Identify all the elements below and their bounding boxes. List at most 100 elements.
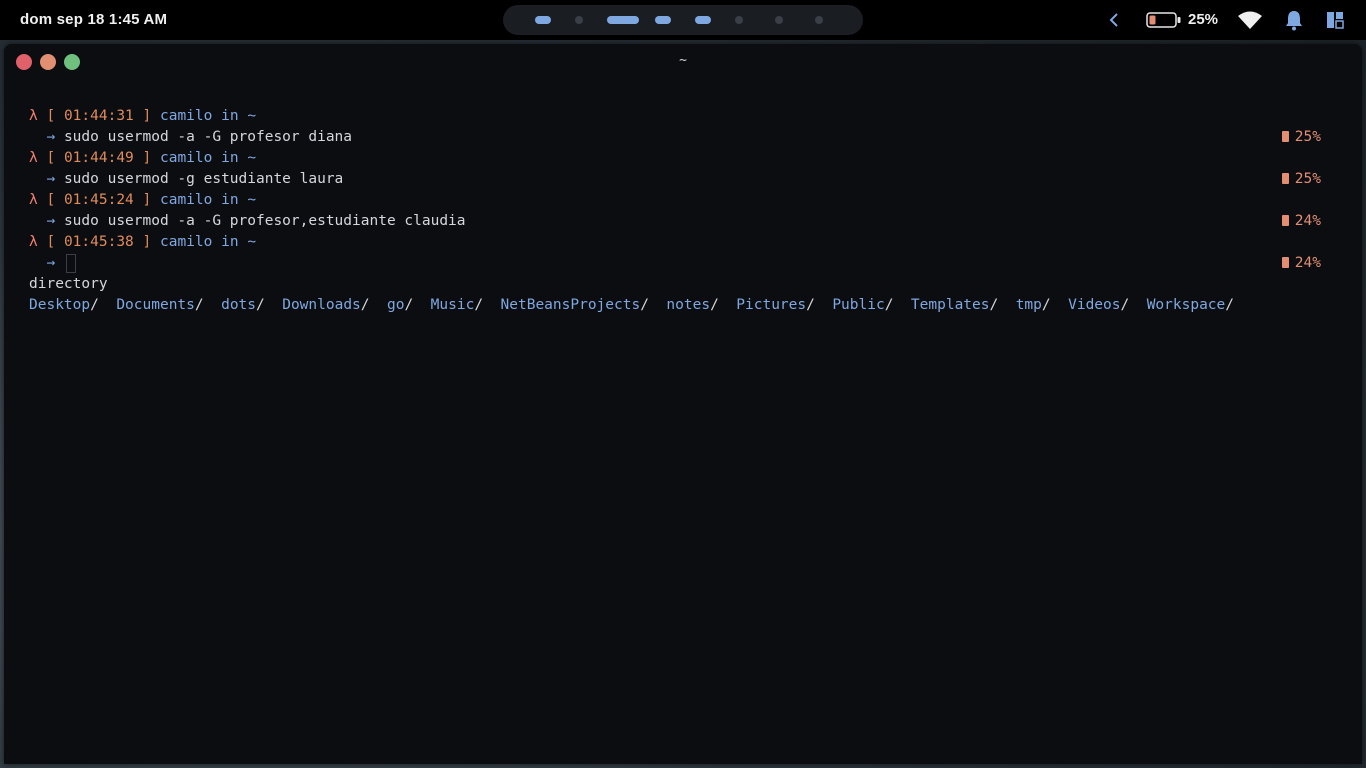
prompt-bracket-close: ]: [142, 192, 152, 208]
prompt-user: camilo: [159, 234, 213, 250]
command-line: → sudo usermod -a -G profesor,estudiante…: [29, 211, 1329, 232]
prompt-line: λ [ 01:44:49 ] camilo in ~: [29, 148, 1329, 169]
prompt-in: in: [221, 150, 239, 166]
prompt-user: camilo: [159, 192, 213, 208]
prompt-directory: ~: [247, 150, 257, 166]
terminal-cursor[interactable]: [65, 253, 76, 273]
completion-directory[interactable]: dots: [221, 297, 256, 313]
path-separator: /: [256, 297, 265, 313]
top-bar: dom sep 18 1:45 AM 25%: [0, 0, 1366, 40]
path-separator: /: [474, 297, 484, 313]
terminal-window[interactable]: ~ λ [ 01:44:31 ] camilo in ~ → sudo user…: [4, 44, 1362, 764]
battery-percentage: 25%: [1188, 11, 1219, 28]
path-separator: /: [710, 297, 719, 313]
prompt-line: λ [ 01:45:38 ] camilo in ~: [29, 232, 1329, 253]
prompt-directory: ~: [247, 108, 257, 124]
battery-icon: [1281, 173, 1289, 184]
prompt-bracket-close: ]: [142, 234, 152, 250]
completion-directory[interactable]: Downloads: [282, 297, 361, 313]
completion-label: directory: [29, 276, 108, 292]
prompt-directory: ~: [247, 192, 257, 208]
prompt-time: 01:44:49: [63, 150, 134, 166]
path-separator: /: [1225, 297, 1235, 313]
path-separator: /: [1120, 297, 1130, 313]
clock[interactable]: dom sep 18 1:45 AM: [20, 11, 167, 28]
battery-icon: [1281, 257, 1289, 268]
workspace-indicator[interactable]: [735, 16, 743, 24]
completion-list: Desktop/ Documents/ dots/ Downloads/ go/…: [29, 295, 1329, 316]
completion-directory[interactable]: notes: [666, 297, 710, 313]
workspace-indicator[interactable]: [815, 16, 823, 24]
workspace-switcher[interactable]: [503, 5, 863, 35]
completion-directory[interactable]: NetBeansProjects: [501, 297, 641, 313]
prompt-time: 01:44:31: [63, 108, 134, 124]
path-separator: /: [806, 297, 815, 313]
completion-directory[interactable]: Music: [431, 297, 475, 313]
prompt-lambda: λ: [29, 150, 38, 166]
battery-percent: 24%: [1294, 213, 1321, 229]
completion-directory[interactable]: Public: [832, 297, 884, 313]
path-separator: /: [194, 297, 204, 313]
prompt-in: in: [221, 234, 239, 250]
path-separator: /: [90, 297, 99, 313]
battery-percent: 25%: [1294, 171, 1321, 187]
right-prompt-battery: 24%: [1281, 253, 1321, 274]
workspace-indicator[interactable]: [607, 16, 639, 24]
workspace-indicator[interactable]: [695, 16, 711, 24]
battery-percent: 25%: [1294, 129, 1321, 145]
completion-directory[interactable]: go: [387, 297, 404, 313]
prompt-user: camilo: [159, 150, 213, 166]
right-prompt-battery: 25%: [1281, 169, 1321, 190]
completion-directory[interactable]: Documents: [116, 297, 195, 313]
title-bar[interactable]: ~: [4, 44, 1362, 80]
completion-directory[interactable]: Videos: [1068, 297, 1120, 313]
prompt-arrow: →: [46, 129, 56, 145]
prompt-lambda: λ: [29, 192, 38, 208]
path-separator: /: [360, 297, 370, 313]
completion-directory[interactable]: Desktop: [29, 297, 90, 313]
window-title: ~: [679, 53, 687, 68]
command-line: → sudo usermod -a -G profesor diana 25%: [29, 127, 1329, 148]
prompt-time: 01:45:24: [63, 192, 134, 208]
prompt-bracket-close: ]: [142, 150, 152, 166]
panel-icon[interactable]: [1326, 11, 1344, 29]
prompt-in: in: [221, 108, 239, 124]
terminal-output[interactable]: λ [ 01:44:31 ] camilo in ~ → sudo usermo…: [29, 106, 1329, 316]
prompt-arrow: →: [46, 255, 56, 271]
prompt-lambda: λ: [29, 108, 38, 124]
command-text: sudo usermod -a -G profesor,estudiante c…: [63, 213, 466, 229]
prompt-bracket-open: [: [46, 150, 56, 166]
battery-icon: [1281, 131, 1289, 142]
prompt-lambda: λ: [29, 234, 38, 250]
battery-percent: 24%: [1294, 255, 1321, 271]
command-line: → sudo usermod -g estudiante laura 25%: [29, 169, 1329, 190]
prompt-arrow: →: [46, 171, 56, 187]
right-prompt-battery: 24%: [1281, 211, 1321, 232]
workspace-indicator[interactable]: [655, 16, 671, 24]
workspace-indicator[interactable]: [535, 16, 551, 24]
workspace-indicator[interactable]: [575, 16, 583, 24]
completion-directory[interactable]: Templates: [911, 297, 990, 313]
bell-icon[interactable]: [1284, 9, 1304, 31]
prompt-user: camilo: [159, 108, 213, 124]
prompt-bracket-open: [: [46, 108, 56, 124]
path-separator: /: [640, 297, 649, 313]
battery-icon[interactable]: [1146, 12, 1182, 28]
battery-icon: [1281, 215, 1289, 226]
prompt-line: λ [ 01:44:31 ] camilo in ~: [29, 106, 1329, 127]
command-text: sudo usermod -g estudiante laura: [63, 171, 344, 187]
completion-directory[interactable]: tmp: [1016, 297, 1042, 313]
prompt-bracket-open: [: [46, 234, 56, 250]
path-separator: /: [404, 297, 414, 313]
prompt-time: 01:45:38: [63, 234, 134, 250]
prompt-line: λ [ 01:45:24 ] camilo in ~: [29, 190, 1329, 211]
command-line: → 24%: [29, 253, 1329, 274]
wifi-icon[interactable]: [1237, 10, 1263, 30]
workspace-indicator[interactable]: [775, 16, 783, 24]
path-separator: /: [1041, 297, 1051, 313]
prompt-bracket-close: ]: [142, 108, 152, 124]
chevron-left-icon[interactable]: [1106, 11, 1122, 29]
right-prompt-battery: 25%: [1281, 127, 1321, 148]
completion-directory[interactable]: Pictures: [736, 297, 806, 313]
completion-directory[interactable]: Workspace: [1147, 297, 1226, 313]
